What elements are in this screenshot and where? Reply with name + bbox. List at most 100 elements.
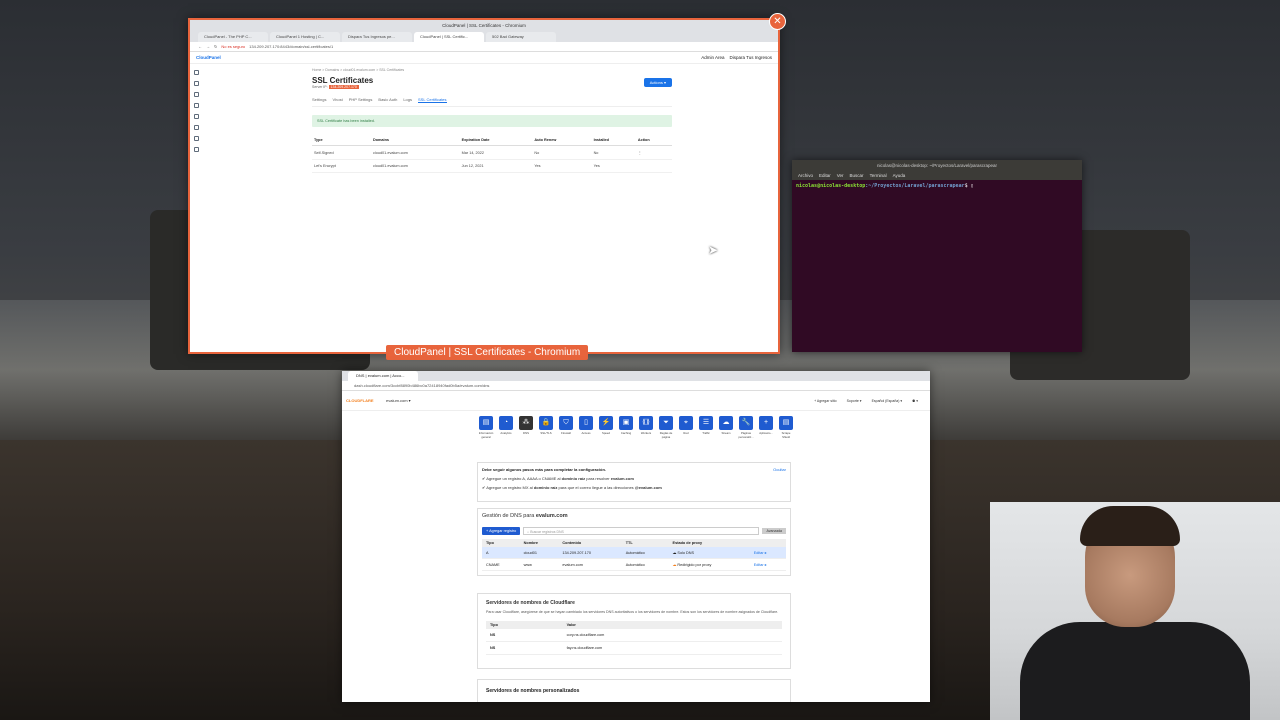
menu-ver[interactable]: Ver	[837, 172, 844, 180]
tab-settings[interactable]: Settings	[312, 97, 326, 103]
menu-terminal[interactable]: Terminal	[870, 172, 887, 180]
cloudpanel-logo[interactable]: CloudPanel	[196, 55, 221, 60]
tab-logs[interactable]: Logs	[403, 97, 412, 103]
browser-tab[interactable]: Dispara Tus Ingresos pe...	[342, 32, 412, 42]
account-menu[interactable]: ⚉ ▾	[912, 399, 918, 403]
setup-step: ✔ Agregue un registro A, AAAA o CNAME al…	[482, 476, 634, 481]
mouse-cursor-icon: ➤	[708, 243, 719, 257]
nav-speed[interactable]: ⚡ Speed	[599, 416, 614, 439]
nav-firewall[interactable]: ⛉ Firewall	[559, 416, 574, 439]
add-record-button[interactable]: + Agregar registro	[482, 527, 521, 535]
browser-tab[interactable]: 502 Bad Gateway	[486, 32, 556, 42]
location-icon: ⌖	[679, 416, 693, 430]
nav-apps[interactable]: + Aplicacio...	[759, 416, 774, 439]
nav-traffic[interactable]: ☰ Traffic	[699, 416, 714, 439]
nav-dns[interactable]: ⁂ DNS	[519, 416, 534, 439]
column-header: Action	[635, 135, 672, 146]
sidebar-icon[interactable]	[194, 114, 199, 119]
address-bar[interactable]: ← → ↻ No es seguro 134.209.207.170:8443/…	[190, 42, 778, 52]
sidebar-icon[interactable]	[194, 147, 199, 152]
document-icon: ▤	[779, 416, 793, 430]
nav-access[interactable]: ▯ Access	[579, 416, 594, 439]
edit-button[interactable]: Editar ▸	[749, 547, 786, 559]
terminal-window[interactable]: nicolas@nicolas-desktop: ~/Proyectos/Lar…	[792, 160, 1082, 352]
nav-stream[interactable]: ☁ Stream	[719, 416, 734, 439]
admin-area-link[interactable]: Admin Area	[701, 55, 724, 60]
nav-custom-pages[interactable]: 🔧 Páginas personaliz...	[738, 416, 754, 439]
cloudflare-window[interactable]: DNS | evalum.com | Acco... dash.cloudfla…	[342, 371, 930, 702]
browser-tabs: CloudPanel - The PHP C... CloudPanel 1 H…	[190, 32, 778, 42]
nav-label: Aplicacio...	[759, 431, 773, 435]
webcam-overlay	[990, 502, 1280, 720]
tab-basic-auth[interactable]: Basic Auth	[378, 97, 397, 103]
table-row[interactable]: A cloud01 134.209.207.170 Automático ☁ S…	[482, 547, 786, 559]
menu-ayuda[interactable]: Ayuda	[893, 172, 906, 180]
nav-scrape-shield[interactable]: ▤ Scrape Shield	[779, 416, 794, 439]
cloudpanel-header: CloudPanel Admin Area Dispara Tus Ingres…	[190, 52, 778, 64]
row-action-menu[interactable]	[635, 159, 672, 173]
hide-link[interactable]: Ocultar	[773, 467, 786, 472]
address-bar[interactable]: dash.cloudflare.com/3ccbf8890b486bc0a724…	[342, 381, 930, 391]
forward-icon[interactable]: →	[206, 44, 210, 49]
nav-ssl[interactable]: 🔒 SSL/TLS	[539, 416, 554, 439]
step-text: Agregue un registro A, AAAA o CNAME al	[486, 476, 562, 481]
tab-vhost[interactable]: Vhost	[332, 97, 342, 103]
plus-icon: +	[759, 416, 773, 430]
language-menu[interactable]: Español (España) ▾	[872, 399, 903, 403]
tab-php-settings[interactable]: PHP Settings	[349, 97, 373, 103]
reload-icon[interactable]: ↻	[214, 44, 217, 49]
actions-button[interactable]: Actions ▾	[643, 78, 672, 87]
menu-archivo[interactable]: Archivo	[798, 172, 813, 180]
url-text[interactable]: 134.209.207.170:8443/domain/ssl-certific…	[249, 44, 333, 49]
terminal-prompt[interactable]: nicolas@nicolas-desktop:~/Proyectos/Lara…	[792, 180, 1082, 192]
nav-network[interactable]: ⌖ Red	[679, 416, 694, 439]
cloudpanel-window[interactable]: CloudPanel | SSL Certificates - Chromium…	[188, 18, 780, 354]
url-text[interactable]: dash.cloudflare.com/3ccbf8890b486bc0a724…	[354, 383, 489, 388]
setup-steps-title: Debe seguir algunos pasos más para compl…	[482, 467, 607, 472]
overview-icon: ▤	[479, 416, 493, 430]
nav-workers[interactable]: ⟪⟫ Workers	[639, 416, 654, 439]
close-icon[interactable]: ✕	[769, 13, 786, 30]
custom-nameservers-title: Servidores de nombres personalizados	[486, 688, 580, 694]
edit-button[interactable]: Editar ▸	[749, 558, 786, 571]
sidebar-icon[interactable]	[194, 136, 199, 141]
sidebar-icon[interactable]	[194, 81, 199, 86]
table-cell: Self-Signed	[312, 145, 371, 160]
dns-search-input[interactable]: ⌕ Buscar registros DNS	[523, 527, 760, 535]
browser-tab[interactable]: CloudPanel - The PHP C...	[198, 32, 268, 42]
domain-selector[interactable]: evalum.com ▾	[386, 398, 411, 403]
cloudflare-logo[interactable]: CLOUDFLARE	[346, 398, 386, 403]
sidebar-icon[interactable]	[194, 70, 199, 75]
advanced-button[interactable]: Avanzada	[762, 528, 786, 534]
browser-tab[interactable]: CloudPanel 1 Hosting | C...	[270, 32, 340, 42]
table-cell: Automático	[621, 558, 669, 571]
support-menu[interactable]: Soporte ▾	[847, 399, 862, 403]
table-row: Let's Encrypt cloud01.evalum.com Jun 12,…	[312, 159, 672, 173]
nav-page-rules[interactable]: ⏷ Reglas de página	[659, 416, 674, 439]
server-ip: Server IP: 134.209.207.170	[312, 85, 672, 89]
server-ip-badge: 134.209.207.170	[328, 85, 359, 89]
table-row[interactable]: CNAME www evalum.com Automático ☁ Rediri…	[482, 558, 786, 571]
dns-icon: ⁂	[519, 416, 533, 430]
analytics-icon: ◔	[499, 416, 513, 430]
sidebar-icon[interactable]	[194, 125, 199, 130]
access-icon: ▯	[579, 416, 593, 430]
sidebar-icon[interactable]	[194, 103, 199, 108]
workers-icon: ⟪⟫	[639, 416, 653, 430]
nav-analytics[interactable]: ◔ Analytics	[499, 416, 514, 439]
browser-tab-active[interactable]: CloudPanel | SSL Certific...	[414, 32, 484, 42]
user-menu[interactable]: Dispara Tus Ingresos	[729, 55, 772, 60]
nav-overview[interactable]: ▤ Información general	[479, 416, 494, 439]
menu-editar[interactable]: Editar	[819, 172, 831, 180]
breadcrumb[interactable]: Home > Domains > cloud01.evalum.com > SS…	[312, 68, 672, 72]
add-site-link[interactable]: + Agregar sitio	[814, 399, 836, 403]
nav-caching[interactable]: ▣ Caching	[619, 416, 634, 439]
row-action-menu[interactable]: ⋮	[635, 145, 672, 160]
step-text: Agregue un registro MX al	[486, 485, 534, 490]
table-cell: 134.209.207.170	[558, 547, 622, 559]
back-icon[interactable]: ←	[198, 44, 202, 49]
sidebar-icon[interactable]	[194, 92, 199, 97]
tab-ssl-certificates[interactable]: SSL Certificates	[418, 97, 447, 103]
menu-buscar[interactable]: Buscar	[850, 172, 864, 180]
browser-tab-active[interactable]: DNS | evalum.com | Acco...	[348, 371, 418, 381]
